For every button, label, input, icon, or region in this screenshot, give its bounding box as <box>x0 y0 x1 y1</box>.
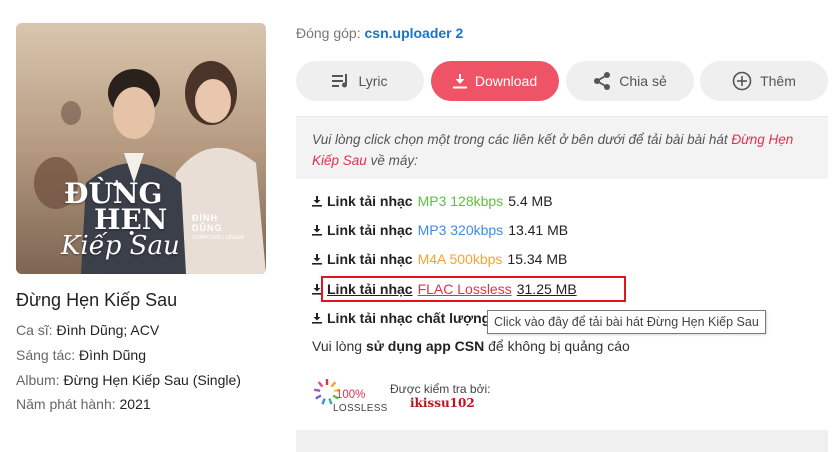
singer-label: Ca sĩ: <box>16 322 53 338</box>
album-value[interactable]: Đừng Hẹn Kiếp Sau (Single) <box>63 372 240 388</box>
lossless-percent: 100% <box>336 389 366 401</box>
download-icon <box>312 253 322 265</box>
year-meta: Năm phát hành: 2021 <box>16 396 151 412</box>
format-label: MP3 128kbps <box>417 193 504 209</box>
file-size: 15.34 MB <box>507 251 568 267</box>
download-link-mp3-128[interactable]: Link tải nhạc MP3 128kbps 5.4 MB <box>312 193 553 209</box>
download-icon <box>312 312 322 324</box>
cover-artist: ĐÌNH DŨNG COMPOSER | SINGER <box>192 213 244 243</box>
link-label: Link tải nhạc <box>327 251 413 267</box>
app-note-before: Vui lòng <box>312 338 363 354</box>
cover-artist-line1: ĐÌNH <box>192 213 218 223</box>
lyric-button[interactable]: Lyric <box>296 61 424 101</box>
notice-text: Vui lòng click chọn một trong các liên k… <box>312 132 728 147</box>
plus-circle-icon <box>732 71 752 91</box>
cover-title-line2: HẸN <box>94 203 168 236</box>
download-icon <box>312 195 322 207</box>
cover-title: ĐỪNG HẸN <box>64 180 168 236</box>
checker-name[interactable]: ikissu102 <box>410 396 475 410</box>
download-link-m4a-500[interactable]: Link tải nhạc M4A 500kbps 15.34 MB <box>312 251 567 267</box>
app-note: Vui lòng sử dụng app CSN để không bị quả… <box>312 338 630 354</box>
more-button[interactable]: Thêm <box>700 61 828 101</box>
download-button[interactable]: Download <box>431 61 559 101</box>
singer-meta: Ca sĩ: Đình Dũng; ACV <box>16 322 159 338</box>
year-value: 2021 <box>119 396 151 412</box>
download-icon <box>452 73 467 88</box>
year-label: Năm phát hành: <box>16 396 116 412</box>
flac-highlight-box <box>321 276 626 302</box>
composer-value[interactable]: Đình Dũng <box>79 347 146 363</box>
app-note-link[interactable]: sử dụng app CSN <box>366 338 484 354</box>
singer-value[interactable]: Đình Dũng; ACV <box>56 322 159 338</box>
checked-by-label: Được kiểm tra bởi: <box>390 382 491 396</box>
notice-text-after: về máy: <box>370 153 418 168</box>
app-note-after: để không bị quảng cáo <box>488 338 630 354</box>
format-label: M4A 500kbps <box>417 251 503 267</box>
lyric-icon <box>332 74 348 88</box>
more-label: Thêm <box>760 73 796 89</box>
album-cover[interactable]: ĐỪNG HẸN Kiếp Sau ĐÌNH DŨNG COMPOSER | S… <box>16 23 266 274</box>
share-label: Chia sẻ <box>619 73 667 89</box>
share-button[interactable]: Chia sẻ <box>566 61 694 101</box>
lossless-label: LOSSLESS <box>333 403 388 414</box>
cover-title-script: Kiếp Sau <box>61 231 180 261</box>
download-tooltip: Click vào đây để tải bài hát Đừng Hẹn Ki… <box>487 310 766 334</box>
album-label: Album: <box>16 372 60 388</box>
lyric-label: Lyric <box>358 73 388 89</box>
cover-artist-line2: DŨNG <box>192 223 223 233</box>
album-meta: Album: Đừng Hẹn Kiếp Sau (Single) <box>16 372 241 388</box>
bottom-panel <box>296 430 828 452</box>
download-icon <box>312 224 322 236</box>
contributor-label: Đóng góp: <box>296 25 361 41</box>
composer-label: Sáng tác: <box>16 347 76 363</box>
contributor-link[interactable]: csn.uploader 2 <box>365 25 464 41</box>
download-link-mp3-320[interactable]: Link tải nhạc MP3 320kbps 13.41 MB <box>312 222 568 238</box>
link-label: Link tải nhạc chất lượng <box>327 310 491 326</box>
format-label: MP3 320kbps <box>417 222 504 238</box>
download-label: Download <box>474 73 538 89</box>
link-label: Link tải nhạc <box>327 222 413 238</box>
cover-artist-credit: COMPOSER | SINGER <box>192 235 245 241</box>
composer-meta: Sáng tác: Đình Dũng <box>16 347 146 363</box>
download-link-lossless[interactable]: Link tải nhạc chất lượng <box>312 310 490 326</box>
file-size: 13.41 MB <box>508 222 569 238</box>
file-size: 5.4 MB <box>508 193 553 209</box>
link-label: Link tải nhạc <box>327 193 413 209</box>
share-icon <box>594 72 611 90</box>
song-title: Đừng Hẹn Kiếp Sau <box>16 290 178 310</box>
download-notice: Vui lòng click chọn một trong các liên k… <box>296 116 828 179</box>
contributor: Đóng góp: csn.uploader 2 <box>296 25 463 41</box>
